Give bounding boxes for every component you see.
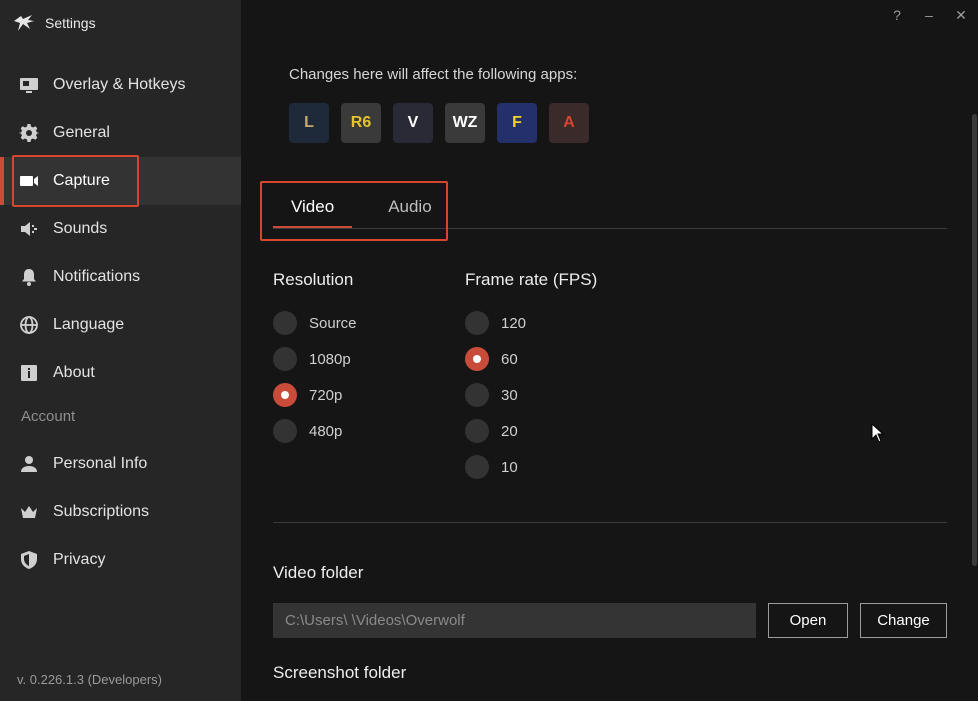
radio-label: 1080p: [309, 350, 351, 368]
minimize-button[interactable]: –: [920, 6, 938, 24]
radio-button[interactable]: [273, 311, 297, 335]
radio-button-checked[interactable]: [465, 347, 489, 371]
radio-button[interactable]: [273, 347, 297, 371]
tab-bar: Video Audio: [273, 190, 450, 228]
window-controls: ? – ✕: [888, 6, 970, 24]
sidebar-item-privacy[interactable]: Privacy: [0, 536, 241, 584]
app-icons-row: L R6 V WZ F A: [289, 103, 589, 143]
version-label: v. 0.226.1.3 (Developers): [17, 672, 162, 687]
apex-app-icon: A: [549, 103, 589, 143]
sidebar-item-label: Notifications: [53, 268, 141, 285]
tab-audio[interactable]: Audio: [370, 190, 449, 228]
radio-label: 30: [501, 386, 518, 404]
radio-button[interactable]: [465, 455, 489, 479]
open-folder-button[interactable]: Open: [768, 603, 848, 638]
resolution-option-480p[interactable]: 480p: [273, 419, 342, 443]
fps-option-120[interactable]: 120: [465, 311, 526, 335]
sidebar-item-label: Capture: [53, 172, 110, 189]
overwolf-logo-icon: [14, 15, 34, 31]
monitor-icon: [18, 74, 40, 96]
person-icon: [18, 453, 40, 475]
crown-icon: [18, 501, 40, 523]
tab-divider: [273, 228, 947, 229]
change-folder-button[interactable]: Change: [860, 603, 947, 638]
radio-button[interactable]: [465, 383, 489, 407]
sidebar-item-subscriptions[interactable]: Subscriptions: [0, 488, 241, 536]
radio-label: 10: [501, 458, 518, 476]
fps-option-20[interactable]: 20: [465, 419, 518, 443]
sidebar-item-about[interactable]: About: [0, 349, 241, 397]
sidebar-item-overlay-hotkeys[interactable]: Overlay & Hotkeys: [0, 61, 241, 109]
info-icon: [18, 362, 40, 384]
fps-option-60[interactable]: 60: [465, 347, 518, 371]
sidebar-item-sounds[interactable]: Sounds: [0, 205, 241, 253]
sidebar-item-label: Privacy: [53, 551, 106, 568]
resolution-option-720p[interactable]: 720p: [273, 383, 342, 407]
mouse-cursor-icon: [871, 423, 885, 443]
video-folder-path-field[interactable]: C:\Users\ \Videos\Overwolf: [273, 603, 756, 638]
gear-icon: [18, 122, 40, 144]
globe-icon: [18, 314, 40, 336]
video-camera-icon: [18, 170, 40, 192]
apps-note: Changes here will affect the following a…: [289, 66, 578, 83]
resolution-option-1080p[interactable]: 1080p: [273, 347, 351, 371]
sidebar-item-label: Sounds: [53, 220, 108, 237]
sidebar-item-label: Language: [53, 316, 125, 333]
tab-video[interactable]: Video: [273, 190, 353, 228]
resolution-option-source[interactable]: Source: [273, 311, 357, 335]
speaker-icon: [18, 218, 40, 240]
radio-label: 60: [501, 350, 518, 368]
radio-label: 20: [501, 422, 518, 440]
radio-label: Source: [309, 314, 357, 332]
radio-label: 720p: [309, 386, 343, 404]
sidebar-item-notifications[interactable]: Notifications: [0, 253, 241, 301]
league-app-icon: L: [289, 103, 329, 143]
app-header: Settings: [12, 10, 96, 36]
fps-option-30[interactable]: 30: [465, 383, 518, 407]
resolution-title: Resolution: [273, 270, 354, 289]
account-section-label: Account: [21, 408, 76, 425]
radio-button[interactable]: [465, 311, 489, 335]
video-folder-title: Video folder: [273, 563, 364, 582]
close-button[interactable]: ✕: [952, 6, 970, 24]
radio-button-checked[interactable]: [273, 383, 297, 407]
warzone-app-icon: WZ: [445, 103, 485, 143]
frame-rate-title: Frame rate (FPS): [465, 270, 598, 289]
sidebar: Settings Overlay & Hotkeys General Captu…: [0, 0, 241, 701]
rainbow-six-app-icon: R6: [341, 103, 381, 143]
radio-button[interactable]: [273, 419, 297, 443]
sidebar-item-label: Overlay & Hotkeys: [53, 76, 186, 93]
sidebar-item-label: About: [53, 364, 95, 381]
scrollbar[interactable]: [972, 114, 977, 566]
radio-label: 120: [501, 314, 527, 332]
fps-option-10[interactable]: 10: [465, 455, 518, 479]
fortnite-app-icon: F: [497, 103, 537, 143]
radio-button[interactable]: [465, 419, 489, 443]
section-divider: [273, 522, 947, 523]
app-title: Settings: [45, 15, 96, 31]
screenshot-folder-title: Screenshot folder: [273, 663, 407, 682]
shield-icon: [18, 549, 40, 571]
sidebar-item-label: Personal Info: [53, 455, 148, 472]
help-button[interactable]: ?: [888, 6, 906, 24]
valorant-app-icon: V: [393, 103, 433, 143]
sidebar-item-personal-info[interactable]: Personal Info: [0, 440, 241, 488]
bell-icon: [18, 266, 40, 288]
radio-label: 480p: [309, 422, 343, 440]
sidebar-item-label: General: [53, 124, 110, 141]
sidebar-item-capture[interactable]: Capture: [0, 157, 241, 205]
sidebar-item-language[interactable]: Language: [0, 301, 241, 349]
sidebar-item-general[interactable]: General: [0, 109, 241, 157]
sidebar-item-label: Subscriptions: [53, 503, 150, 520]
